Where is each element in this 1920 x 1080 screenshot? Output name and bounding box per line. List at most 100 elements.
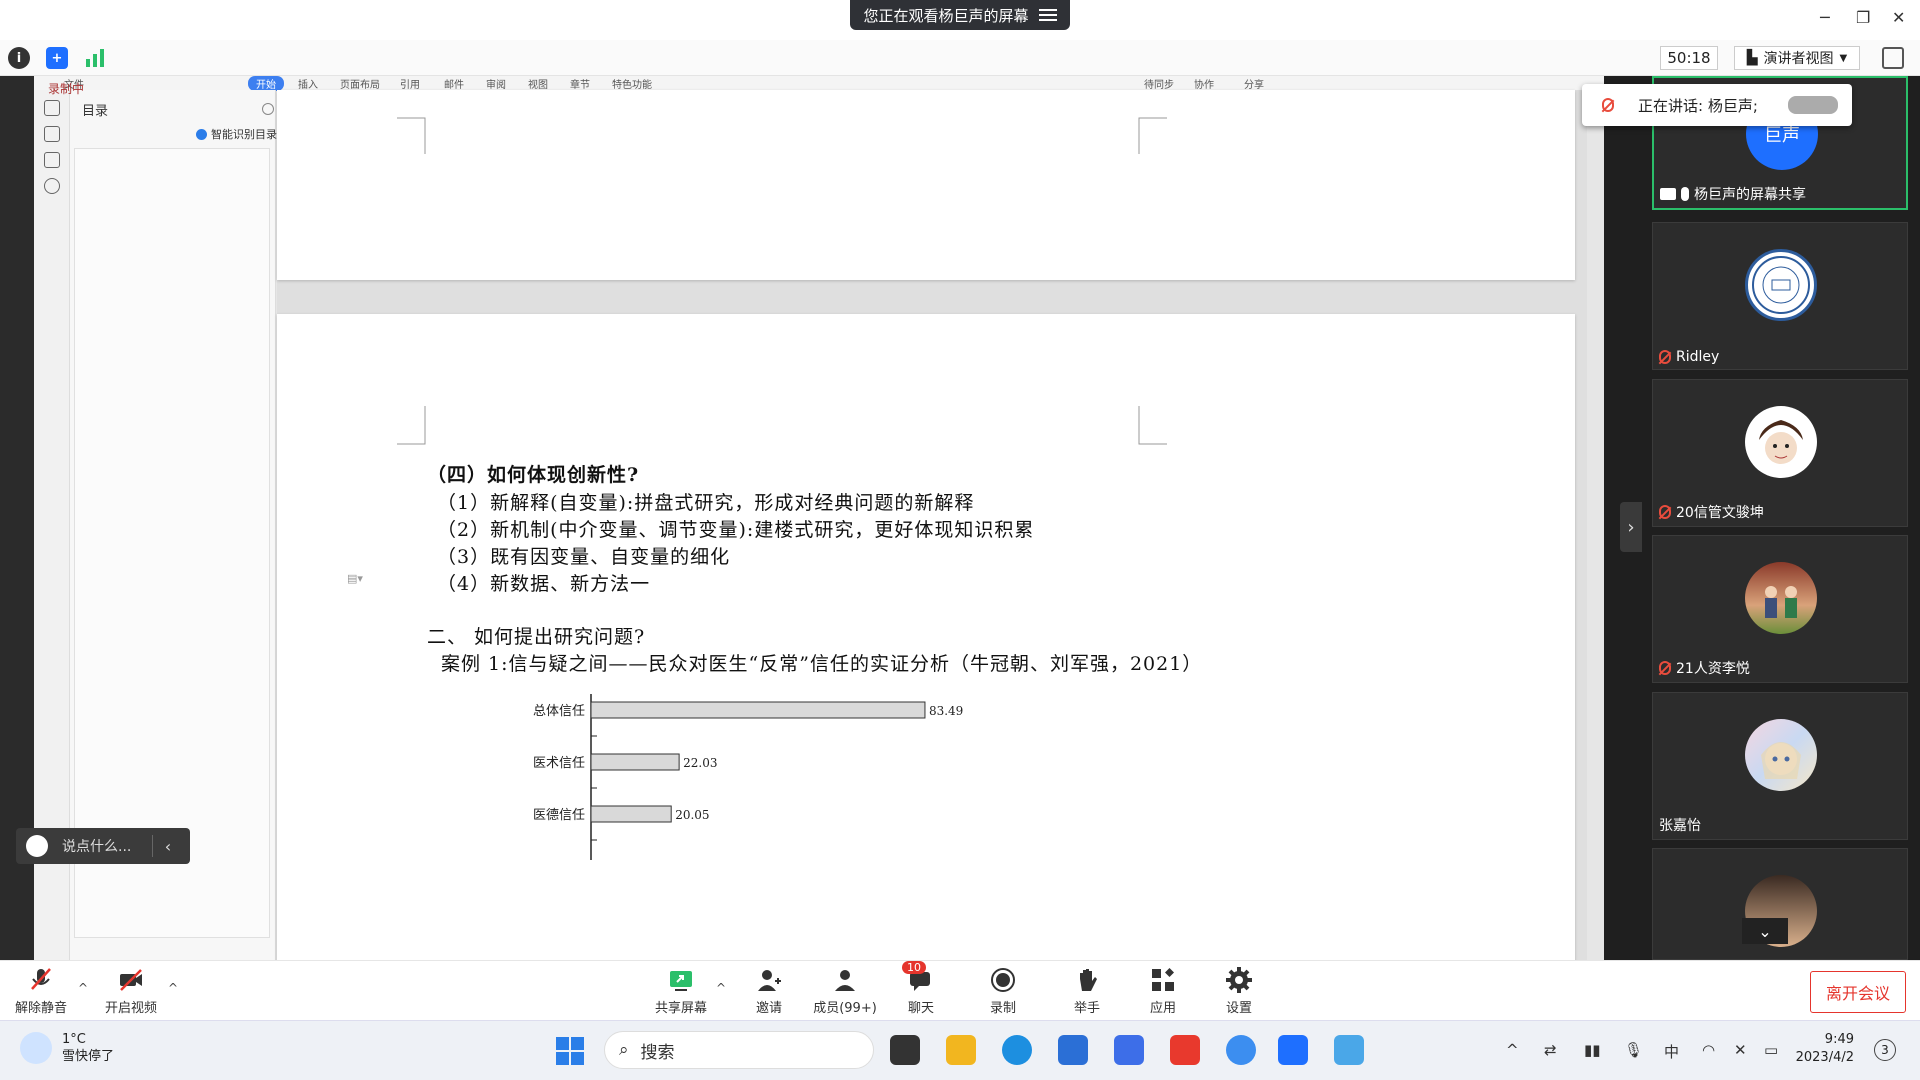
minimize-icon[interactable]: ─: [1820, 8, 1830, 27]
avatar: [1745, 406, 1817, 478]
participant-tile[interactable]: 20信管文骏坤: [1652, 379, 1908, 527]
doc-ribbon: 文件 开始 插入 页面布局 引用 邮件 审阅 视图 章节 特色功能 待同步 协作…: [34, 76, 1604, 91]
start-video-button[interactable]: 开启视频: [96, 967, 166, 1017]
info-icon[interactable]: i: [8, 47, 30, 69]
leave-meeting-button[interactable]: 离开会议: [1810, 971, 1906, 1013]
huawei-app-icon[interactable]: [1170, 1035, 1200, 1065]
participant-name: 杨巨声的屏幕共享: [1660, 184, 1806, 204]
invite-button[interactable]: 邀请: [734, 967, 804, 1017]
microphone-icon[interactable]: 🎙: [1624, 1041, 1643, 1059]
task-view-icon[interactable]: [890, 1035, 920, 1065]
document-area[interactable]: （四）如何体现创新性? （1）新解释(自变量):拼盘式研究，形成对经典问题的新解…: [277, 90, 1587, 960]
paragraph-icon[interactable]: ▤▾: [347, 572, 363, 585]
ribbon-collab[interactable]: 协作: [1194, 76, 1214, 91]
mail-app-icon[interactable]: [1114, 1035, 1144, 1065]
chevron-left-icon[interactable]: ‹: [153, 837, 183, 856]
chat-button[interactable]: 10 聊天: [886, 961, 956, 1017]
notification-badge[interactable]: 3: [1874, 1039, 1896, 1061]
members-button[interactable]: 成员(99+): [810, 967, 880, 1017]
share-screen-button[interactable]: 共享屏幕: [646, 967, 716, 1017]
close-icon[interactable]: ✕: [1892, 8, 1905, 27]
ribbon-tab-home[interactable]: 开始: [248, 76, 284, 91]
chat-input-pill[interactable]: 说点什么... ‹: [16, 828, 190, 864]
meeting-app-icon[interactable]: [1278, 1035, 1308, 1065]
battery-icon[interactable]: ▭: [1764, 1041, 1778, 1059]
participant-name: 20信管文骏坤: [1659, 502, 1764, 522]
chat-badge: 10: [902, 961, 926, 974]
bar: [590, 753, 680, 771]
taskbar-search[interactable]: ⌕ 搜索: [604, 1031, 874, 1069]
ribbon-tab-insert[interactable]: 插入: [298, 76, 318, 91]
page-corner-mark: [1138, 117, 1167, 154]
ribbon-share[interactable]: 分享: [1244, 76, 1264, 91]
tray-app-icon[interactable]: ⇄: [1544, 1041, 1557, 1059]
settings-button[interactable]: 设置: [1204, 967, 1274, 1017]
record-button[interactable]: 录制: [968, 967, 1038, 1017]
meeting-controls: 解除静音 ^ 开启视频 ^ 共享屏幕 ^ 邀请 成员(99+) 10 聊天 录制…: [0, 960, 1920, 1020]
ribbon-tab-review[interactable]: 审阅: [486, 76, 506, 91]
value-label: 20.05: [675, 808, 709, 822]
search-icon[interactable]: [44, 178, 60, 194]
chat-label: 聊天: [907, 1001, 934, 1016]
store-icon[interactable]: [1058, 1035, 1088, 1065]
raise-hand-button[interactable]: 举手: [1052, 967, 1122, 1017]
participant-tile[interactable]: 张嘉怡: [1652, 692, 1908, 840]
doc-subheading: 二、 如何提出研究问题?: [427, 626, 646, 648]
outline-icon[interactable]: [44, 100, 60, 116]
toc-body[interactable]: [74, 148, 270, 938]
chevron-up-icon[interactable]: ^: [1506, 1041, 1519, 1059]
ribbon-sync[interactable]: 待同步: [1144, 76, 1174, 91]
folder-icon[interactable]: [44, 126, 60, 142]
participant-tile[interactable]: 21人资李悦: [1652, 535, 1908, 683]
viewing-banner[interactable]: 您正在观看杨巨声的屏幕: [850, 0, 1070, 30]
participant-tile[interactable]: Ridley: [1652, 222, 1908, 370]
doc-line: （4）新数据、新方法一: [437, 573, 651, 595]
ribbon-tab-chapter[interactable]: 章节: [570, 76, 590, 91]
chevron-up-icon[interactable]: ^: [716, 981, 726, 995]
page-corner-mark: [1138, 406, 1167, 445]
unmute-button[interactable]: 解除静音: [6, 967, 76, 1017]
emoji-icon[interactable]: [26, 835, 48, 857]
avatar: [1745, 249, 1817, 321]
wifi-icon[interactable]: ◠: [1702, 1041, 1715, 1059]
bookmark-icon[interactable]: [44, 152, 60, 168]
weather-widget[interactable]: 1°C 雪快停了: [20, 1031, 114, 1065]
restore-icon[interactable]: ❐: [1856, 8, 1870, 27]
edge-browser-icon[interactable]: [1002, 1035, 1032, 1065]
unmute-label: 解除静音: [14, 1001, 67, 1016]
mic-icon: [1681, 187, 1689, 201]
windows-start-icon[interactable]: [556, 1037, 584, 1065]
ribbon-tab-view[interactable]: 视图: [528, 76, 548, 91]
avatar: [1745, 562, 1817, 634]
ribbon-tab-references[interactable]: 引用: [400, 76, 420, 91]
close-icon[interactable]: [262, 103, 274, 115]
photos-app-icon[interactable]: [1334, 1035, 1364, 1065]
ribbon-tab-features[interactable]: 特色功能: [612, 76, 652, 91]
shield-icon[interactable]: +: [46, 47, 68, 69]
file-explorer-icon[interactable]: [946, 1035, 976, 1065]
tray-app-icon[interactable]: ▮▮: [1584, 1041, 1601, 1059]
ime-indicator[interactable]: 中: [1664, 1041, 1679, 1062]
view-mode-button[interactable]: ▙ 演讲者视图 ▼: [1734, 46, 1860, 70]
ribbon-tab-mail[interactable]: 邮件: [444, 76, 464, 91]
apps-button[interactable]: 应用: [1128, 967, 1198, 1017]
participant-name-label: 张嘉怡: [1659, 818, 1701, 834]
signal-icon[interactable]: [84, 47, 106, 69]
toc-smart-button[interactable]: 智能识别目录: [196, 126, 277, 142]
chevron-right-icon[interactable]: ›: [1620, 502, 1642, 552]
chevron-down-icon[interactable]: ⌄: [1742, 918, 1788, 944]
system-clock[interactable]: 9:49 2023/4/2: [1788, 1031, 1854, 1067]
fullscreen-icon[interactable]: [1882, 47, 1904, 69]
toc-title: 目录: [82, 104, 109, 119]
cartoon-avatar-icon: [1747, 408, 1815, 476]
volume-muted-icon[interactable]: ✕: [1734, 1041, 1747, 1059]
chevron-up-icon[interactable]: ^: [168, 981, 178, 995]
chevron-up-icon[interactable]: ^: [78, 981, 88, 995]
menu-icon[interactable]: [1038, 9, 1057, 21]
ribbon-tab-layout[interactable]: 页面布局: [340, 76, 380, 91]
cloud-app-icon[interactable]: [1226, 1035, 1256, 1065]
chat-placeholder: 说点什么...: [62, 839, 132, 855]
search-icon: ⌕: [619, 1040, 629, 1060]
windows-taskbar: 1°C 雪快停了 ⌕ 搜索 ^ ⇄ ▮▮ 🎙 中 ◠ ✕ ▭ 9:49 2023…: [0, 1020, 1920, 1080]
participant-name-label: Ridley: [1676, 349, 1720, 365]
